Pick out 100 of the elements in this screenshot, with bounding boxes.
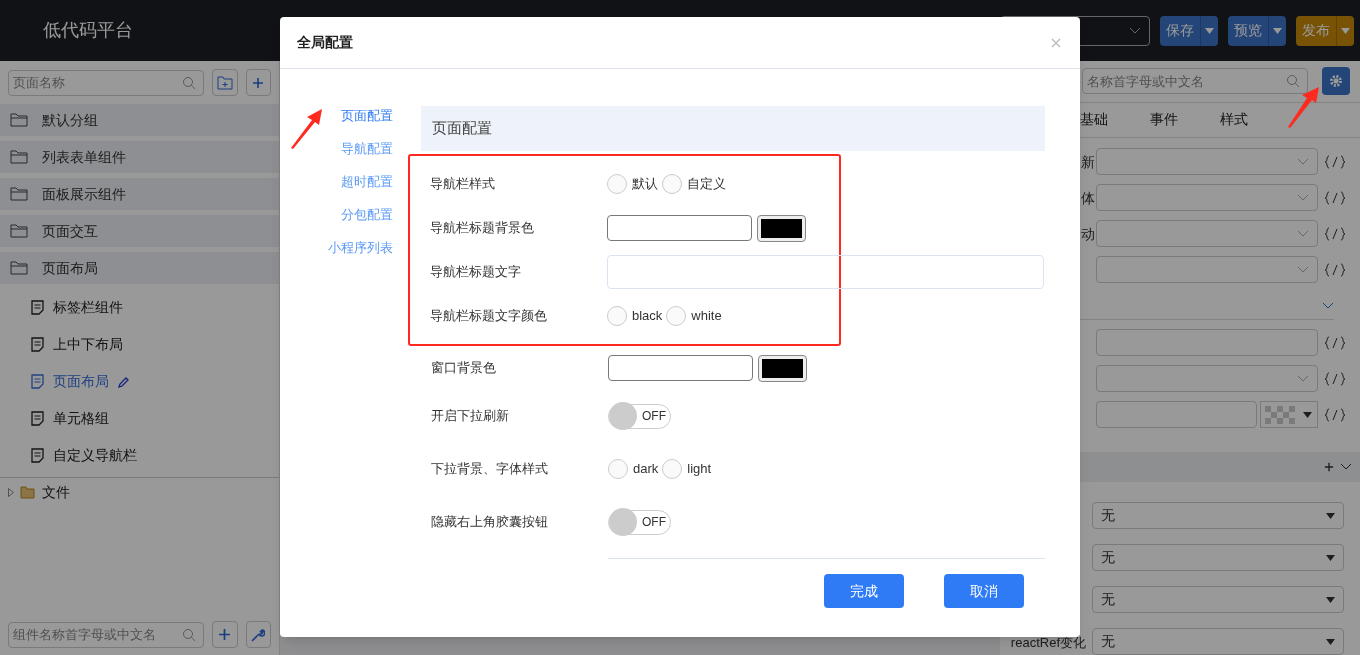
add-button[interactable] [245,69,271,96]
panel-tab[interactable]: 事件 [1150,109,1176,131]
chevron-icon [1340,463,1352,472]
field-label: 导航栏标题文字颜色 [430,307,548,326]
split-button[interactable]: 保存 [1160,15,1200,46]
radio-option[interactable]: 自定义 [662,174,726,194]
select-field[interactable]: 无 [1092,628,1344,655]
select-field[interactable] [1096,220,1318,248]
color-input[interactable] [608,355,753,381]
select-field[interactable]: 无 [1092,586,1344,613]
folder-icon [10,261,28,275]
select-field[interactable]: 无 [1092,544,1344,571]
text-input[interactable] [607,255,1044,289]
color-picker[interactable] [1260,401,1318,429]
wrench-button[interactable] [245,621,271,648]
pencil-icon[interactable] [118,375,130,388]
field-label: 导航栏样式 [430,175,496,194]
field-label: 下拉背景、字体样式 [431,460,549,479]
group-item[interactable]: 默认分组 [0,104,279,136]
page-item[interactable]: 上中下布局 [0,326,279,363]
group-label: 页面交互 [42,221,98,241]
page-label: 标签栏组件 [53,298,123,317]
search-icon [182,75,197,90]
code-icon[interactable] [1324,262,1346,277]
page-item[interactable]: 自定义导航栏 [0,437,279,474]
group-item[interactable]: 列表表单组件 [0,141,279,173]
nav-link[interactable]: 页面配置 [341,106,393,125]
radio-option[interactable]: white [666,306,722,326]
document-icon [31,374,44,389]
document-icon [31,300,44,315]
radio-button[interactable] [607,174,627,194]
radio-button[interactable] [607,306,627,326]
code-icon[interactable] [1324,335,1346,350]
toggle-label: OFF [641,408,667,425]
color-input[interactable] [607,215,752,241]
caret-icon [1273,27,1282,34]
group-item[interactable]: 面板展示组件 [0,178,279,210]
caret-icon [1326,554,1335,561]
input-field[interactable] [1096,329,1318,357]
code-icon[interactable] [1324,371,1346,386]
dropdown-button[interactable] [1200,15,1218,46]
page-item[interactable]: 单元格组 [0,400,279,437]
radio-button[interactable] [662,459,683,479]
field-label: 隐藏右上角胶囊按钮 [431,513,549,532]
select-field[interactable] [1096,148,1318,176]
caret-icon [1326,596,1335,603]
document-icon [31,337,44,352]
radio-button[interactable] [662,174,682,194]
dialog-button[interactable]: 取消 [944,574,1024,608]
page-item[interactable]: 标签栏组件 [0,289,279,326]
dropdown-button[interactable] [1268,15,1286,46]
settings-button[interactable] [1322,67,1350,96]
code-icon[interactable] [1324,226,1346,241]
caret-icon [1326,638,1335,645]
search-field[interactable]: 页面名称 [8,69,205,96]
caret-icon [1205,27,1214,34]
code-icon[interactable] [1324,407,1346,422]
input-field[interactable] [1096,401,1257,429]
close-icon [1051,37,1061,48]
radio-option[interactable]: dark [608,459,659,479]
select-field[interactable] [1096,365,1318,393]
radio-button[interactable] [608,459,628,479]
page-item[interactable]: 页面布局 [0,363,279,400]
panel-tab[interactable]: 样式 [1220,109,1246,131]
panel-tab[interactable]: 基础 [1080,109,1106,131]
select-field[interactable]: 无 [1092,502,1344,529]
radio-option[interactable]: black [607,306,663,326]
chevron-icon [1297,374,1309,383]
group-item[interactable]: 页面布局 [0,252,279,284]
field-label: 新 [1081,153,1095,170]
search-field[interactable]: 组件名称首字母或中文名 [8,621,205,648]
dialog-title: 全局配置 [297,33,353,52]
add-folder-button[interactable] [212,69,238,96]
radio-option[interactable]: light [662,459,712,479]
file-tree-item[interactable]: 文件 [0,477,279,507]
dialog-button[interactable]: 完成 [824,574,904,608]
toggle-label: OFF [641,514,667,531]
chevron-icon [1322,301,1334,310]
group-label: 面板展示组件 [42,184,126,204]
select-field[interactable] [1096,184,1318,212]
caret-icon [1326,512,1335,519]
select-field[interactable] [1096,256,1318,284]
code-icon[interactable] [1324,190,1346,205]
dropdown-button[interactable] [1336,15,1354,46]
field-label: 窗口背景色 [431,359,497,378]
chevron-icon [1297,193,1309,202]
plus-icon [252,76,265,89]
toggle-switch[interactable]: OFF [608,509,671,535]
group-item[interactable]: 页面交互 [0,215,279,247]
radio-option[interactable]: 默认 [607,174,658,194]
group-label: 默认分组 [42,110,98,130]
radio-button[interactable] [666,306,687,326]
folder-icon [10,224,28,238]
toggle-switch[interactable]: OFF [608,403,671,429]
caret-icon [1303,411,1312,418]
search-field[interactable]: 名称首字母或中文名 [1082,68,1308,95]
code-icon[interactable] [1324,154,1346,169]
plus-icon [1324,462,1334,473]
split-button[interactable]: 预览 [1228,15,1268,46]
add-button[interactable] [212,621,238,648]
